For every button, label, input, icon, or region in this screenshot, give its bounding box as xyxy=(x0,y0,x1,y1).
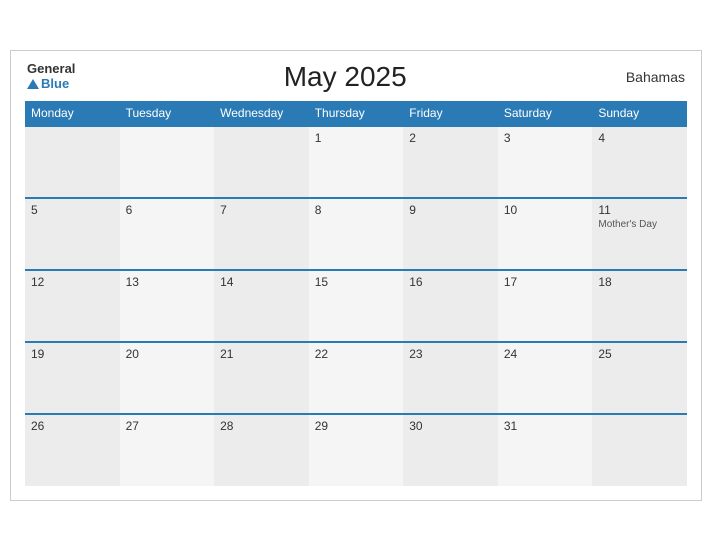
calendar-cell: 8 xyxy=(309,198,404,270)
weekday-header-thursday: Thursday xyxy=(309,101,404,126)
calendar-cell: 27 xyxy=(120,414,215,486)
day-number: 1 xyxy=(315,131,398,145)
calendar-cell: 25 xyxy=(592,342,687,414)
calendar-cell: 2 xyxy=(403,126,498,198)
calendar-cell: 18 xyxy=(592,270,687,342)
day-number: 29 xyxy=(315,419,398,433)
day-number: 6 xyxy=(126,203,209,217)
day-number: 5 xyxy=(31,203,114,217)
calendar-cell: 12 xyxy=(25,270,120,342)
calendar-cell: 1 xyxy=(309,126,404,198)
calendar-cell: 10 xyxy=(498,198,593,270)
calendar-cell: 6 xyxy=(120,198,215,270)
day-number: 7 xyxy=(220,203,303,217)
calendar-title: May 2025 xyxy=(75,61,615,93)
weekday-header-wednesday: Wednesday xyxy=(214,101,309,126)
day-number: 28 xyxy=(220,419,303,433)
day-number: 4 xyxy=(598,131,681,145)
calendar-cell xyxy=(25,126,120,198)
day-number: 18 xyxy=(598,275,681,289)
weekday-header-sunday: Sunday xyxy=(592,101,687,126)
holiday-label: Mother's Day xyxy=(598,219,681,230)
calendar-cell: 14 xyxy=(214,270,309,342)
calendar-header: General Blue May 2025 Bahamas xyxy=(25,61,687,93)
calendar-cell: 7 xyxy=(214,198,309,270)
day-number: 25 xyxy=(598,347,681,361)
calendar-cell: 3 xyxy=(498,126,593,198)
day-number: 31 xyxy=(504,419,587,433)
calendar-container: General Blue May 2025 Bahamas MondayTues… xyxy=(10,50,702,501)
logo-blue-text: Blue xyxy=(27,76,69,91)
day-number: 20 xyxy=(126,347,209,361)
calendar-cell: 9 xyxy=(403,198,498,270)
day-number: 16 xyxy=(409,275,492,289)
weekday-header-saturday: Saturday xyxy=(498,101,593,126)
day-number: 19 xyxy=(31,347,114,361)
day-number: 2 xyxy=(409,131,492,145)
day-number: 12 xyxy=(31,275,114,289)
week-row-4: 26 27 28 29 30 31 xyxy=(25,414,687,486)
logo-general-text: General xyxy=(27,62,75,76)
weekday-header-tuesday: Tuesday xyxy=(120,101,215,126)
country-label: Bahamas xyxy=(615,69,685,85)
day-number: 30 xyxy=(409,419,492,433)
calendar-cell: 26 xyxy=(25,414,120,486)
week-row-2: 12 13 14 15 16 17 18 xyxy=(25,270,687,342)
calendar-cell: 31 xyxy=(498,414,593,486)
day-number: 10 xyxy=(504,203,587,217)
logo-triangle-icon xyxy=(27,79,39,89)
calendar-cell xyxy=(592,414,687,486)
weekday-header-friday: Friday xyxy=(403,101,498,126)
calendar-cell: 20 xyxy=(120,342,215,414)
day-number: 3 xyxy=(504,131,587,145)
calendar-cell xyxy=(120,126,215,198)
calendar-cell: 5 xyxy=(25,198,120,270)
day-number: 9 xyxy=(409,203,492,217)
logo-area: General Blue xyxy=(27,62,75,91)
calendar-cell: 16 xyxy=(403,270,498,342)
calendar-cell: 22 xyxy=(309,342,404,414)
calendar-cell: 11 Mother's Day xyxy=(592,198,687,270)
day-number: 15 xyxy=(315,275,398,289)
weekday-header-monday: Monday xyxy=(25,101,120,126)
day-number: 13 xyxy=(126,275,209,289)
day-number: 24 xyxy=(504,347,587,361)
day-number: 21 xyxy=(220,347,303,361)
weekday-header-row: MondayTuesdayWednesdayThursdayFridaySatu… xyxy=(25,101,687,126)
day-number: 27 xyxy=(126,419,209,433)
calendar-cell xyxy=(214,126,309,198)
day-number: 8 xyxy=(315,203,398,217)
calendar-cell: 24 xyxy=(498,342,593,414)
calendar-cell: 4 xyxy=(592,126,687,198)
week-row-0: 1234 xyxy=(25,126,687,198)
calendar-cell: 29 xyxy=(309,414,404,486)
calendar-cell: 30 xyxy=(403,414,498,486)
calendar-grid: MondayTuesdayWednesdayThursdayFridaySatu… xyxy=(25,101,687,486)
day-number: 17 xyxy=(504,275,587,289)
week-row-1: 56789 10 11 Mother's Day xyxy=(25,198,687,270)
calendar-cell: 13 xyxy=(120,270,215,342)
day-number: 22 xyxy=(315,347,398,361)
day-number: 26 xyxy=(31,419,114,433)
week-row-3: 19 20 21 22 23 24 25 xyxy=(25,342,687,414)
calendar-cell: 23 xyxy=(403,342,498,414)
day-number: 14 xyxy=(220,275,303,289)
calendar-cell: 21 xyxy=(214,342,309,414)
calendar-cell: 28 xyxy=(214,414,309,486)
calendar-cell: 19 xyxy=(25,342,120,414)
calendar-cell: 17 xyxy=(498,270,593,342)
day-number: 11 xyxy=(598,203,681,217)
calendar-cell: 15 xyxy=(309,270,404,342)
day-number: 23 xyxy=(409,347,492,361)
